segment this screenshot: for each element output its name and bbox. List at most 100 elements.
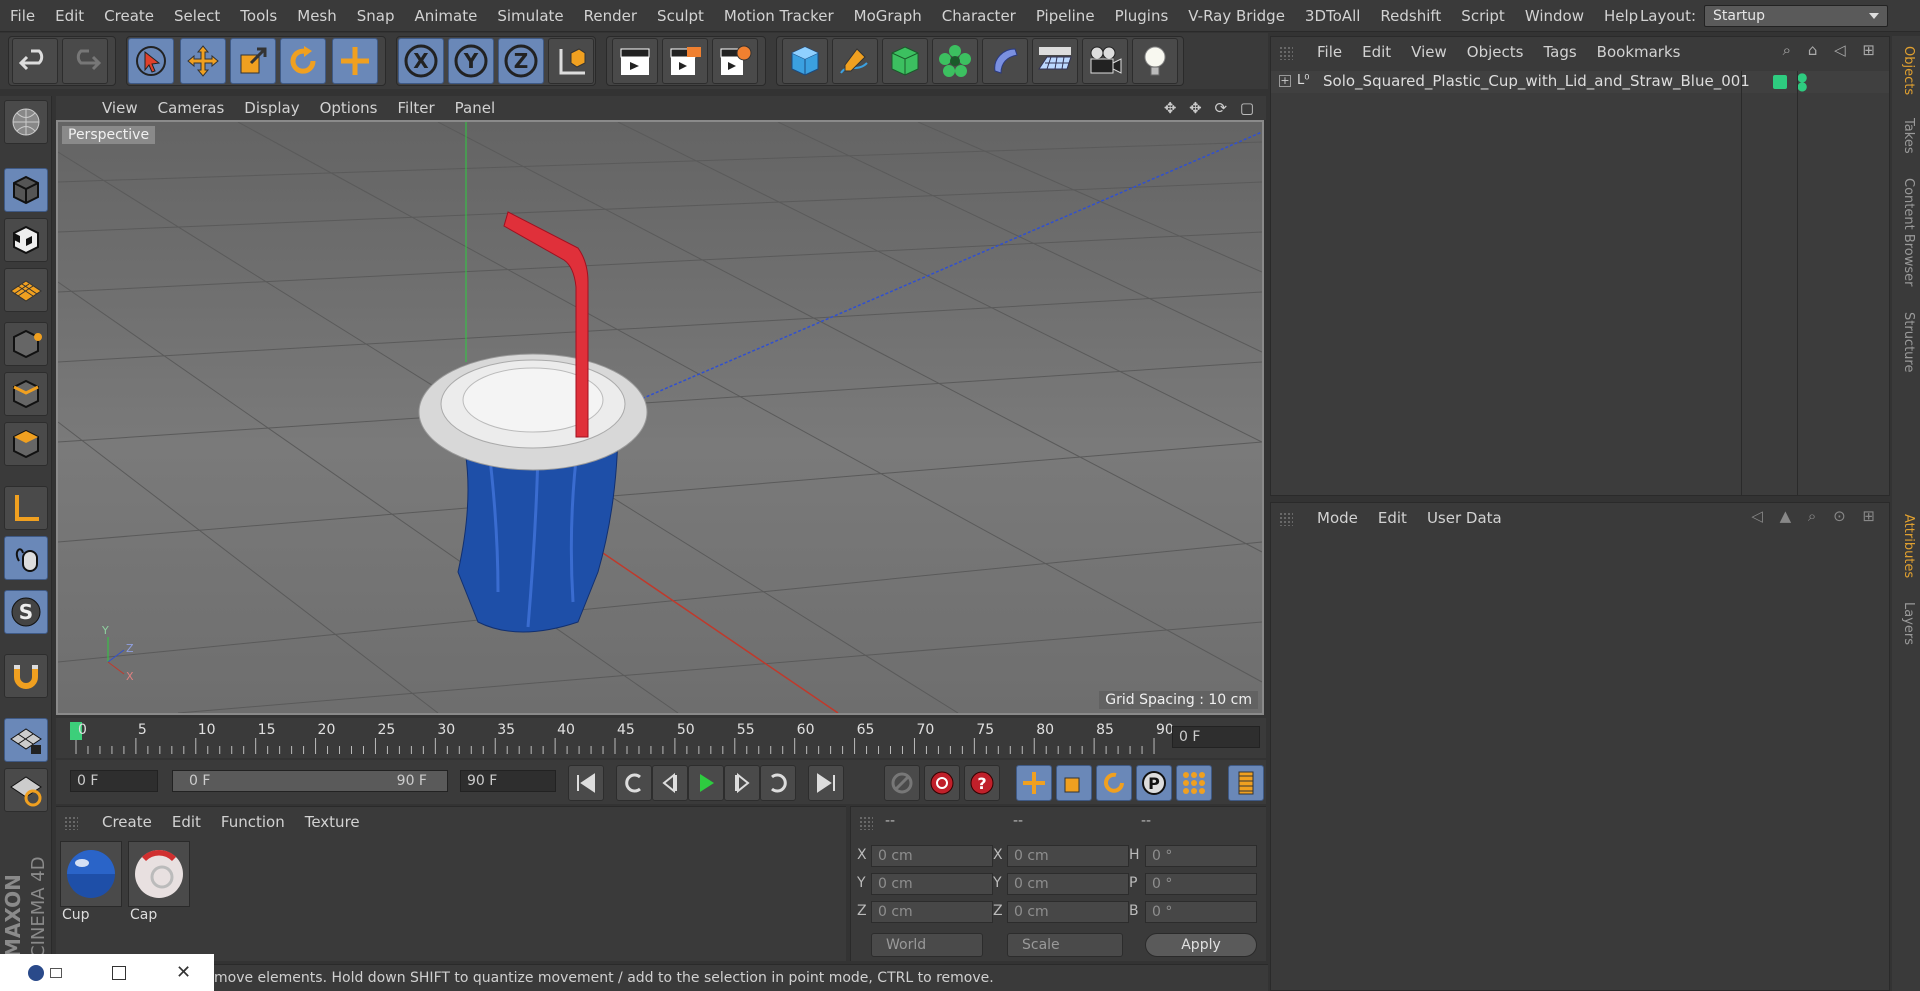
- tab-attributes[interactable]: Attributes: [1896, 514, 1916, 578]
- play-button[interactable]: [688, 765, 724, 801]
- model-mode-button[interactable]: [4, 168, 48, 212]
- record-active-objects-button[interactable]: [884, 765, 920, 801]
- go-to-end-button[interactable]: [808, 765, 844, 801]
- lock-workplane-button[interactable]: [4, 718, 48, 762]
- coordinate-system-button[interactable]: [548, 38, 594, 84]
- menu-tools[interactable]: Tools: [230, 7, 287, 25]
- menu-redshift[interactable]: Redshift: [1370, 7, 1451, 25]
- object-menu-file[interactable]: File: [1307, 43, 1352, 61]
- menu-animate[interactable]: Animate: [405, 7, 488, 25]
- z-axis-button[interactable]: Z: [498, 38, 544, 84]
- viewport-menu-filter[interactable]: Filter: [387, 99, 444, 117]
- menu-select[interactable]: Select: [164, 7, 230, 25]
- size-mode-select[interactable]: Scale: [1007, 933, 1123, 957]
- workplane-mode-button[interactable]: [4, 268, 48, 312]
- light-object-button[interactable]: [1132, 38, 1178, 84]
- restore-icon[interactable]: [50, 967, 62, 978]
- end-frame-field[interactable]: 90 F: [460, 770, 556, 792]
- texture-mode-button[interactable]: [4, 218, 48, 262]
- position-x-field[interactable]: 0 cm: [871, 845, 993, 867]
- panel-grip-icon[interactable]: [1279, 512, 1293, 526]
- tweak-mode-button[interactable]: [4, 536, 48, 580]
- render-settings-button[interactable]: [712, 38, 758, 84]
- menu-motion-tracker[interactable]: Motion Tracker: [714, 7, 844, 25]
- menu-mesh[interactable]: Mesh: [287, 7, 347, 25]
- y-axis-button[interactable]: Y: [448, 38, 494, 84]
- coordinate-space-select[interactable]: World: [871, 933, 983, 957]
- x-axis-button[interactable]: X: [398, 38, 444, 84]
- menu-window[interactable]: Window: [1515, 7, 1594, 25]
- layout-select[interactable]: Startup: [1704, 5, 1888, 27]
- material-menu-function[interactable]: Function: [211, 813, 295, 831]
- live-selection-button[interactable]: [128, 38, 174, 84]
- floor-object-button[interactable]: [1032, 38, 1078, 84]
- apply-button[interactable]: Apply: [1145, 933, 1257, 957]
- panel-grip-icon[interactable]: [64, 816, 78, 830]
- timeline-window-button[interactable]: [1228, 765, 1264, 801]
- camera-object-button[interactable]: [1082, 38, 1128, 84]
- viewport-camera-label[interactable]: Perspective: [62, 126, 156, 144]
- previous-key-button[interactable]: [616, 765, 652, 801]
- tab-takes[interactable]: Takes: [1896, 118, 1916, 154]
- render-picture-viewer-button[interactable]: [662, 38, 708, 84]
- viewport-menu-cameras[interactable]: Cameras: [148, 99, 235, 117]
- material-cup[interactable]: Cup: [60, 841, 122, 929]
- menu-sculpt[interactable]: Sculpt: [647, 7, 714, 25]
- redo-button[interactable]: [62, 38, 108, 84]
- keyframe-selection-button[interactable]: ?: [964, 765, 1000, 801]
- key-position-button[interactable]: [1016, 765, 1052, 801]
- menu-mograph[interactable]: MoGraph: [844, 7, 932, 25]
- menu-character[interactable]: Character: [932, 7, 1026, 25]
- rotate-tool-button[interactable]: [280, 38, 326, 84]
- viewport-menu-options[interactable]: Options: [310, 99, 388, 117]
- move-tool-button[interactable]: [180, 38, 226, 84]
- position-z-field[interactable]: 0 cm: [871, 901, 993, 923]
- viewport-menu-panel[interactable]: Panel: [445, 99, 505, 117]
- perspective-viewport[interactable]: Y Z X Perspective Grid Spacing : 10 cm: [56, 120, 1264, 715]
- next-key-button[interactable]: [760, 765, 796, 801]
- size-x-field[interactable]: 0 cm: [1007, 845, 1129, 867]
- planar-workplane-button[interactable]: [4, 768, 48, 812]
- key-point-level-button[interactable]: [1176, 765, 1212, 801]
- material-menu-texture[interactable]: Texture: [295, 813, 370, 831]
- menu-simulate[interactable]: Simulate: [487, 7, 573, 25]
- viewport-menu-display[interactable]: Display: [234, 99, 309, 117]
- menu-render[interactable]: Render: [574, 7, 647, 25]
- object-menu-tags[interactable]: Tags: [1533, 43, 1586, 61]
- object-menu-view[interactable]: View: [1401, 43, 1457, 61]
- frame-range-slider[interactable]: 0 F 90 F: [172, 770, 448, 792]
- undo-button[interactable]: [12, 38, 58, 84]
- key-scale-button[interactable]: [1056, 765, 1092, 801]
- render-view-button[interactable]: [612, 38, 658, 84]
- snap-button[interactable]: [4, 654, 48, 698]
- viewport-nav-icons[interactable]: ✥ ✥ ⟳ ▢: [1164, 99, 1258, 117]
- rotation-b-field[interactable]: 0 °: [1145, 901, 1257, 923]
- previous-frame-button[interactable]: [652, 765, 688, 801]
- tab-content-browser[interactable]: Content Browser: [1896, 178, 1916, 287]
- object-menu-objects[interactable]: Objects: [1457, 43, 1534, 61]
- material-menu-create[interactable]: Create: [92, 813, 162, 831]
- tab-layers[interactable]: Layers: [1896, 602, 1916, 645]
- object-menu-edit[interactable]: Edit: [1352, 43, 1401, 61]
- next-frame-button[interactable]: [724, 765, 760, 801]
- timeline-ruler[interactable]: 0 5 10 15 20 25 30 35 40 45 50 55 60 65 70 75 80 85 90 0 F: [56, 718, 1266, 758]
- rotation-h-field[interactable]: 0 °: [1145, 845, 1257, 867]
- deformer-button[interactable]: [982, 38, 1028, 84]
- menu-create[interactable]: Create: [94, 7, 164, 25]
- autokeying-button[interactable]: [924, 765, 960, 801]
- current-frame-field[interactable]: 0 F: [1172, 726, 1260, 748]
- material-cap[interactable]: Cap: [128, 841, 190, 929]
- key-rotation-button[interactable]: [1096, 765, 1132, 801]
- solo-mode-button[interactable]: S: [4, 590, 48, 634]
- tab-objects[interactable]: Objects: [1896, 46, 1916, 95]
- expand-toggle-icon[interactable]: +: [1279, 75, 1291, 87]
- edges-mode-button[interactable]: [4, 372, 48, 416]
- menu-file[interactable]: File: [0, 7, 45, 25]
- axis-mode-button[interactable]: [4, 486, 48, 530]
- attribute-menu-user-data[interactable]: User Data: [1417, 509, 1512, 527]
- menu-script[interactable]: Script: [1451, 7, 1515, 25]
- object-manager-tool-icons[interactable]: ⌕ ⌂ ◁ ⊞: [1783, 41, 1881, 59]
- rotation-p-field[interactable]: 0 °: [1145, 873, 1257, 895]
- scale-tool-button[interactable]: [230, 38, 276, 84]
- attribute-menu-edit[interactable]: Edit: [1368, 509, 1417, 527]
